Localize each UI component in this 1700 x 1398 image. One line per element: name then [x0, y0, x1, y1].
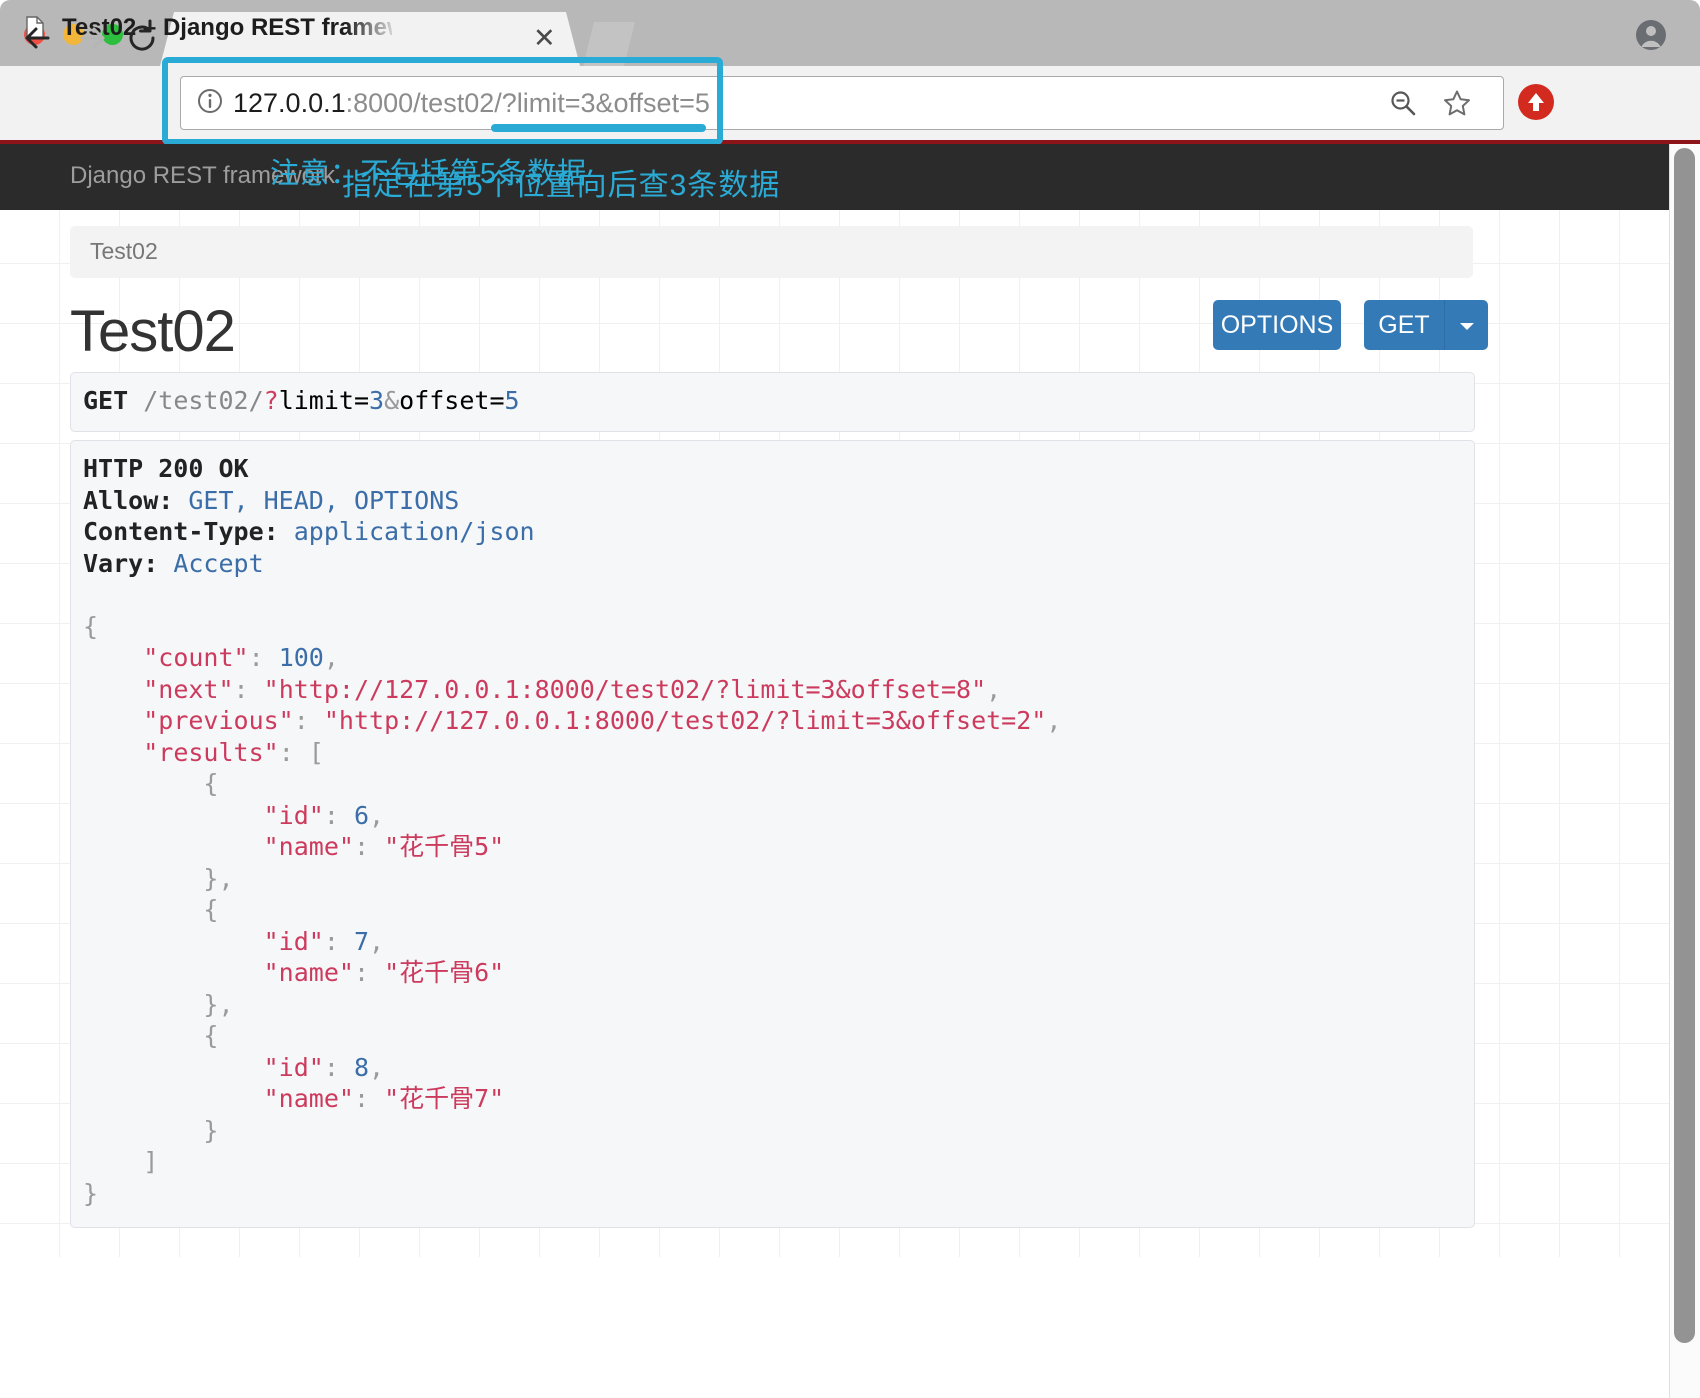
site-navbar: Django REST framework: [0, 144, 1669, 210]
close-tab-button[interactable]: ✕: [533, 25, 556, 52]
arrow-left-icon[interactable]: [18, 18, 58, 58]
upload-arrow-icon: [1528, 93, 1544, 111]
browser-titlebar: Test02 – Django REST framework ✕: [0, 0, 1700, 66]
request-query: limit=3&offset=5: [278, 386, 520, 415]
request-method: GET: [83, 386, 129, 415]
request-path: /test02/: [143, 386, 264, 415]
url-text[interactable]: 127.0.0.1:8000/test02/?limit=3&offset=5: [233, 87, 710, 119]
request-panel: GET /test02/?limit=3&offset=5: [70, 372, 1475, 432]
arrow-right-icon[interactable]: [72, 18, 112, 58]
page-scrollbar[interactable]: [1669, 144, 1700, 1398]
url-host: 127.0.0.1: [233, 88, 346, 118]
breadcrumb: Test02: [70, 226, 1473, 278]
zoom-out-icon[interactable]: [1389, 89, 1417, 117]
new-tab-button[interactable]: [583, 22, 635, 66]
response-body: HTTP 200 OK Allow: GET, HEAD, OPTIONS Co…: [83, 454, 1062, 1208]
options-button[interactable]: OPTIONS: [1213, 300, 1341, 350]
address-bar[interactable]: 127.0.0.1:8000/test02/?limit=3&offset=5: [180, 76, 1504, 130]
page-viewport: Django REST framework 指定在第5个位置向后查3条数据 Te…: [0, 144, 1669, 1398]
star-icon[interactable]: [1443, 89, 1471, 117]
annotation-breadcrumb-note: 注意：不包括第5条数据: [270, 158, 588, 190]
response-panel: HTTP 200 OK Allow: GET, HEAD, OPTIONS Co…: [70, 440, 1475, 1228]
annotation-underline: [491, 124, 706, 132]
reload-icon[interactable]: [122, 18, 162, 58]
browser-window: Test02 – Django REST framework ✕ 127.0.0…: [0, 0, 1700, 1398]
url-path: :8000/test02/?limit=3&offset=5: [345, 88, 710, 118]
info-circle-icon[interactable]: [197, 88, 223, 114]
get-dropdown-button[interactable]: [1444, 300, 1488, 350]
account-circle-icon[interactable]: [1634, 18, 1668, 52]
chevron-down-icon: [1460, 323, 1474, 330]
extension-button[interactable]: [1518, 84, 1554, 120]
scrollbar-thumb[interactable]: [1674, 148, 1695, 1343]
page-title: Test02: [70, 299, 236, 364]
breadcrumb-item-test02[interactable]: Test02: [90, 238, 158, 265]
get-button[interactable]: GET: [1364, 300, 1444, 350]
request-line: GET /test02/?limit=3&offset=5: [83, 386, 520, 415]
request-query-prefix: ?: [263, 386, 279, 415]
